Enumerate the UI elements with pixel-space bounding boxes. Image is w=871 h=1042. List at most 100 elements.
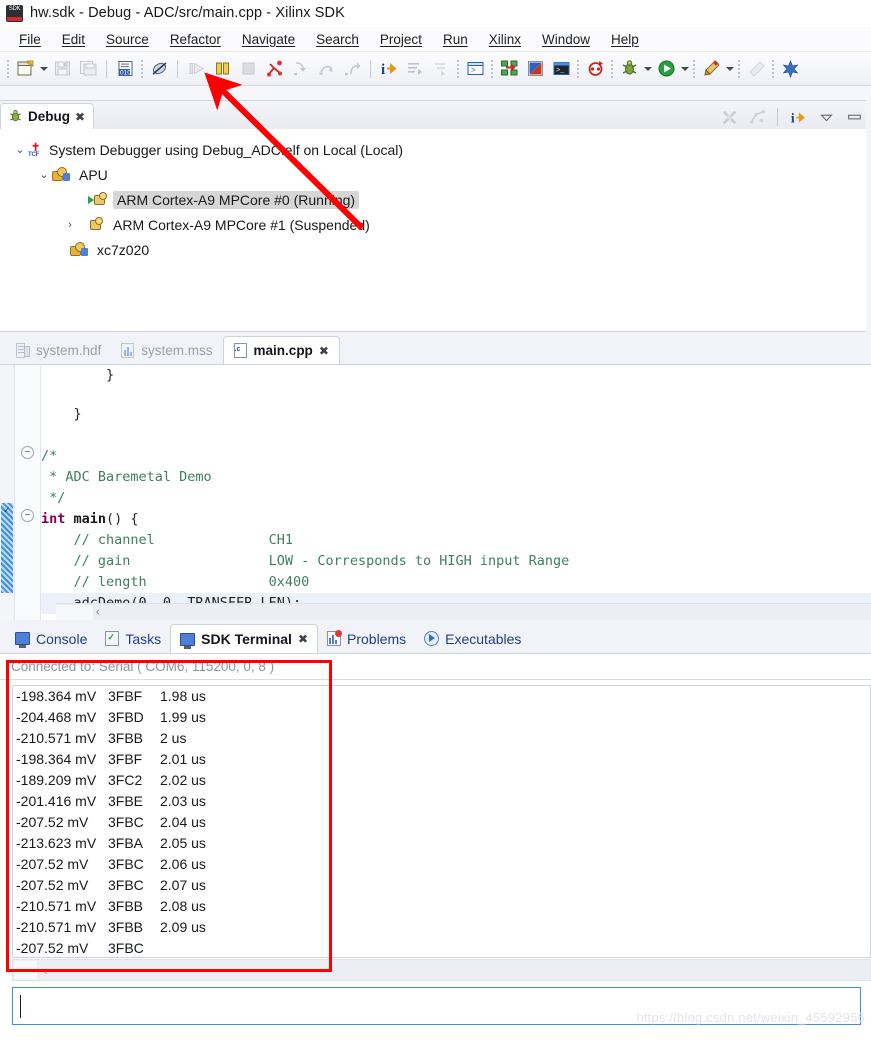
hex-value: 3FBC — [108, 856, 144, 872]
tab-close-icon[interactable]: ✖ — [298, 632, 308, 646]
menu-source-label: Source — [106, 31, 149, 47]
external-tools-dropdown-arrow-icon[interactable] — [724, 56, 735, 82]
terminal-hscroll-thumb[interactable] — [14, 961, 37, 979]
step-return-icon[interactable] — [339, 56, 365, 82]
remove-all-terminated-icon[interactable] — [744, 104, 770, 130]
run-dropdown-arrow-icon[interactable] — [679, 56, 690, 82]
terminal-line: -207.52 mV 3FBC 2.07 us — [13, 875, 870, 896]
tree-item-apu[interactable]: ⌄ APU — [12, 162, 871, 187]
tree-item-core0[interactable]: ARM Cortex-A9 MPCore #0 (Running) — [12, 187, 871, 212]
editor-change-ruler[interactable]: ✓ — [0, 365, 15, 620]
tab-tasks[interactable]: ✓ Tasks — [96, 624, 170, 653]
sdk-terminal-icon[interactable]: >_ — [548, 56, 574, 82]
external-tools-icon[interactable] — [698, 56, 724, 82]
new-dropdown-arrow-icon[interactable] — [38, 56, 49, 82]
tab-debug-close-icon[interactable]: ✖ — [75, 110, 85, 124]
toolbar-grip-9[interactable] — [771, 58, 775, 79]
toolbar-grip-5[interactable] — [576, 58, 580, 79]
menu-bar: File Edit Source Refactor Navigate Searc… — [0, 27, 871, 52]
debug-view-scrollbar[interactable] — [866, 100, 871, 332]
toolbar-grip-2[interactable] — [140, 58, 144, 79]
menu-window[interactable]: Window — [532, 30, 600, 49]
editor-tab-close-icon[interactable]: ✖ — [319, 344, 329, 358]
menu-help[interactable]: Help — [601, 30, 649, 49]
toolbar-grip[interactable] — [6, 58, 10, 79]
twisty-icon[interactable]: ⌄ — [36, 168, 52, 181]
disconnect-icon[interactable] — [261, 56, 287, 82]
scroll-left-icon[interactable]: ‹ — [94, 602, 102, 621]
view-menu-icon[interactable] — [813, 104, 839, 130]
terminal-line: -189.209 mV 3FC2 2.02 us — [13, 770, 870, 791]
debug-icon[interactable] — [616, 56, 642, 82]
tree-item-xc7z020[interactable]: xc7z020 — [12, 237, 871, 262]
new-icon[interactable] — [12, 56, 38, 82]
program-fpga-icon[interactable] — [496, 56, 522, 82]
skip-all-breakpoints-icon[interactable] — [146, 56, 172, 82]
menu-refactor[interactable]: Refactor — [160, 30, 231, 49]
tab-executables[interactable]: Executables — [415, 624, 530, 653]
code-line: */ — [41, 490, 66, 506]
terminate-icon[interactable] — [235, 56, 261, 82]
menu-source[interactable]: Source — [96, 30, 159, 49]
resume-icon[interactable] — [183, 56, 209, 82]
tab-console[interactable]: Console — [6, 624, 96, 653]
menu-navigate[interactable]: Navigate — [232, 30, 305, 49]
fold-collapse-icon[interactable]: − — [21, 446, 34, 459]
tab-debug[interactable]: Debug ✖ — [0, 103, 95, 129]
save-icon[interactable] — [49, 56, 75, 82]
editor-tab-system-mss[interactable]: system.mss — [111, 336, 222, 364]
toolbar-grip-7[interactable] — [692, 58, 696, 79]
editor-tab-main-cpp[interactable]: .c main.cpp ✖ — [222, 336, 340, 364]
toolbar-grip-8[interactable] — [737, 58, 741, 79]
instruction-stepping-icon[interactable]: i — [376, 56, 402, 82]
menu-search[interactable]: Search — [306, 30, 369, 49]
code-line: } — [41, 367, 115, 383]
tab-sdk-terminal[interactable]: SDK Terminal ✖ — [170, 624, 318, 653]
menu-file-label: File — [19, 31, 41, 47]
editor-hscroll-thumb[interactable] — [56, 605, 93, 620]
toolbar-grip-4[interactable] — [490, 58, 494, 79]
tree-item-core1[interactable]: › ARM Cortex-A9 MPCore #1 (Suspended) — [12, 212, 871, 237]
open-console-icon[interactable]: > — [462, 56, 488, 82]
scroll-left-icon[interactable]: ‹ — [43, 962, 48, 978]
repository-refresh-icon[interactable] — [582, 56, 608, 82]
instruction-stepping-mode-icon[interactable]: i — [785, 104, 811, 130]
terminal-output[interactable]: -198.364 mV 3FBF 1.98 us -204.468 mV 3FBD 1.… — [12, 685, 871, 958]
tab-problems[interactable]: Problems — [318, 624, 415, 653]
new-class-icon[interactable] — [777, 56, 803, 82]
voltage-value: -207.52 mV — [16, 940, 89, 956]
twisty-icon[interactable]: ⌄ — [12, 143, 28, 156]
editor-tab-label: system.mss — [141, 342, 213, 358]
time-value: 2.09 us — [160, 919, 206, 935]
previous-annotation-icon[interactable] — [428, 56, 454, 82]
svg-text:i: i — [381, 62, 385, 78]
editor-folding-gutter[interactable]: − − — [15, 365, 41, 620]
toolbar-grip-6[interactable] — [610, 58, 614, 79]
twisty-icon[interactable]: › — [62, 219, 78, 231]
fold-collapse-icon[interactable]: − — [21, 509, 34, 522]
next-annotation-icon[interactable] — [402, 56, 428, 82]
run-icon[interactable] — [653, 56, 679, 82]
save-all-icon[interactable] — [75, 56, 101, 82]
terminal-horizontal-scrollbar[interactable]: ‹ — [12, 959, 871, 981]
menu-file[interactable]: File — [9, 30, 51, 49]
tree-item-system-debugger[interactable]: ⌄ ✝ TCF System Debugger using Debug_ADC.e… — [12, 137, 871, 162]
toolbar-grip-3[interactable] — [456, 58, 460, 79]
terminal-connection-status: Connected to: Serial ( COM6, 115200, 0, … — [0, 654, 871, 680]
editor-code[interactable]: } } /* * ADC Baremetal Demo */ int main(… — [41, 365, 871, 620]
menu-project[interactable]: Project — [370, 30, 432, 49]
menu-run[interactable]: Run — [433, 30, 478, 49]
suspend-icon[interactable] — [209, 56, 235, 82]
vivado-icon[interactable] — [522, 56, 548, 82]
minimize-view-icon[interactable] — [841, 104, 867, 130]
editor-tab-system-hdf[interactable]: system.hdf — [6, 336, 111, 364]
step-over-icon[interactable] — [313, 56, 339, 82]
disconnect-all-icon[interactable] — [716, 104, 742, 130]
editor-horizontal-scrollbar[interactable]: ‹ — [56, 603, 871, 620]
debug-dropdown-arrow-icon[interactable] — [642, 56, 653, 82]
build-icon[interactable]: 010 — [112, 56, 138, 82]
new-cpp-project-icon[interactable] — [743, 56, 769, 82]
menu-edit[interactable]: Edit — [52, 30, 95, 49]
menu-xilinx[interactable]: Xilinx — [479, 30, 531, 49]
step-into-icon[interactable] — [287, 56, 313, 82]
